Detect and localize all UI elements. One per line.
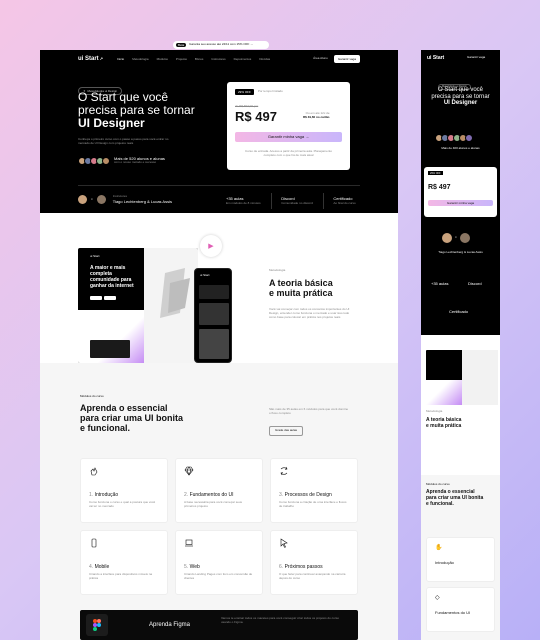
laptop-mockup: ui Start A maior e mais completa comunid… xyxy=(78,248,198,363)
discount-badge: 29% OFF xyxy=(235,89,254,95)
diamond-icon xyxy=(184,466,194,476)
stats-row: +35 aulas Em módulos de 8 minutos Discord… xyxy=(226,193,356,209)
mobile-page: ui Start Garantir vaga Metodologia ui De… xyxy=(421,50,500,640)
nav-link-projetos[interactable]: Projetos xyxy=(176,57,187,61)
hero-title-bold: UI Designer xyxy=(78,116,145,130)
hand-wave-icon: ✋ xyxy=(435,545,443,551)
stat-certificate: Certificado Ao final do curso xyxy=(333,196,356,205)
hero-title: O Start que você precisa para se tornar … xyxy=(78,91,238,130)
login-link[interactable]: Área Aluno xyxy=(313,56,328,61)
pricing-footer: Curso de entrada. Acesso a partir da pri… xyxy=(244,149,333,157)
logo-sparkle-icon: ↗ xyxy=(99,56,104,61)
nav-link-instrutores[interactable]: Instrutores xyxy=(211,57,225,61)
announcement-bar[interactable]: Beta Garanta seu acesso até 24/11 com 15… xyxy=(173,41,269,49)
students-row: Mais de 520 alunos e alunas com o nosso … xyxy=(78,156,165,165)
method-section: ui Start A maior e mais completa comunid… xyxy=(40,213,398,363)
mobile-modules-title: Aprenda o essencial para criar uma UI bo… xyxy=(426,489,484,507)
mobile-students: Mais de 400 alunos e alunas xyxy=(441,146,480,150)
nav-cta-button[interactable]: Garantir vaga xyxy=(333,54,360,63)
instructors-names: Tiago Lechtenberg & Lucas Assis xyxy=(112,198,172,204)
mobile-method-title: A teoria básica e muita prática xyxy=(426,417,462,429)
price: R$ 497 xyxy=(235,109,277,124)
mobile-nav-cta[interactable]: Garantir vaga xyxy=(467,55,485,60)
mobile-price: R$ 497 xyxy=(428,184,451,191)
pricing-card: 29% OFF Por tempo limitado de R$ 697,00 … xyxy=(227,82,350,170)
nav-links: Início Metodologia Módulos Projetos Bônu… xyxy=(117,57,270,61)
play-badge[interactable]: ▶ xyxy=(200,235,222,257)
mobile-logo[interactable]: ui Start xyxy=(427,55,444,61)
nav-link-metodologia[interactable]: Metodologia xyxy=(132,57,148,61)
mobile-phone-icon xyxy=(91,538,97,548)
nav-link-inicio[interactable]: Início xyxy=(117,57,124,61)
mockup-brand: ui Start xyxy=(90,254,100,258)
diamond-icon: ◇ xyxy=(435,595,440,601)
module-card-3[interactable]: 3. Processos de Design Como funciona a c… xyxy=(270,458,358,523)
mobile-pricing-card: 29% OFF R$ 497 Garantir minha vaga xyxy=(424,167,497,217)
figma-banner: Aprenda Figma Vamos te ensinar todos os … xyxy=(80,610,358,640)
stat-lessons: +35 aulas Em módulos de 8 minutos xyxy=(226,196,261,205)
nav-link-depoimentos[interactable]: Depoimentos xyxy=(234,57,252,61)
announcement-text: Garanta seu acesso até 24/11 com 15% OFF… xyxy=(189,43,254,47)
mockup-shapes xyxy=(160,268,190,318)
modules-cta-button[interactable]: Grade das aulas xyxy=(269,426,304,436)
mobile-stat-certificate: Certificado xyxy=(449,309,469,314)
modules-desc: São mais de 35 aulas em 6 módulos para q… xyxy=(269,407,349,415)
modules-title: Aprenda o essencial para criar uma UI bo… xyxy=(80,403,184,433)
modules-section: Módulos do curso Aprenda o essencial par… xyxy=(40,363,398,640)
figma-title: Aprenda Figma xyxy=(149,622,191,628)
logo-text: ui Start xyxy=(78,55,99,62)
module-card-4[interactable]: 4. Mobile Criando a interface para dispo… xyxy=(80,530,168,595)
laptop-icon xyxy=(185,539,193,547)
mobile-module-card-1[interactable]: ✋ Introdução xyxy=(426,537,495,582)
top-nav: ui Start ↗ Início Metodologia Módulos Pro… xyxy=(40,50,398,67)
module-card-1[interactable]: 1. Introdução Como funciona o curso e qu… xyxy=(80,458,168,523)
mobile-instructors-avatars: × xyxy=(442,233,470,243)
module-card-5[interactable]: 5. Web Criando Landing Pages com foco em… xyxy=(175,530,263,595)
students-sub: com o nosso método e sucesso xyxy=(114,160,157,165)
mobile-method-label: Metodologia xyxy=(426,409,443,413)
nav-link-modulos[interactable]: Módulos xyxy=(157,57,168,61)
mobile-instructors: Tiago Lechtenberg & Lucas Assis xyxy=(438,250,483,254)
logo[interactable]: ui Start ↗ xyxy=(78,56,103,62)
mobile-hero: ui Start Garantir vaga Metodologia ui De… xyxy=(421,50,500,335)
play-icon: ▶ xyxy=(208,243,214,250)
installment-value: R$ 49,60 no cartão xyxy=(303,114,330,119)
mobile-mockup xyxy=(426,350,498,405)
desktop-page: ui Start ↗ Início Metodologia Módulos Pro… xyxy=(40,50,398,640)
figma-desc: Vamos te ensinar todos os macetes para v… xyxy=(221,616,340,624)
student-avatars xyxy=(78,156,110,165)
hero-subtitle: Conheça o primeiro curso com o passo a p… xyxy=(78,137,169,145)
stat-discord: Discord Comunidade no discord xyxy=(281,196,313,205)
mobile-title: O Start que você precisa para se tornar … xyxy=(431,87,490,106)
nav-link-duvidas[interactable]: Dúvidas xyxy=(259,57,270,61)
instructor-avatar-1 xyxy=(78,195,87,205)
instructor-avatar-2 xyxy=(96,195,106,205)
mobile-stat-discord: Discord xyxy=(468,281,482,286)
cross-icon: × xyxy=(91,196,93,201)
mockup-headline: A maior e mais completa comunidade para … xyxy=(90,265,134,289)
hero-section: ui Start ↗ Início Metodologia Módulos Pro… xyxy=(40,50,398,213)
cursor-icon xyxy=(280,538,288,548)
method-body: Você vai começar com todos os conceitos … xyxy=(269,307,350,319)
module-card-6[interactable]: 6. Próximos passos O que fazer para cont… xyxy=(270,530,358,595)
announcement-badge: Beta xyxy=(176,43,187,47)
modules-label: Módulos do curso xyxy=(80,394,104,398)
cycle-icon xyxy=(280,466,288,476)
hand-wave-icon xyxy=(90,467,98,476)
mobile-stat-lessons: +35 aulas xyxy=(431,281,449,286)
limited-note: Por tempo limitado xyxy=(257,89,283,94)
instructors-row: × Instrutores Tiago Lechtenberg & Lucas … xyxy=(78,194,172,205)
mobile-modules: Módulos do curso Aprenda o essencial par… xyxy=(421,475,500,640)
buy-button[interactable]: Garantir minha vaga → xyxy=(235,132,342,142)
figma-logo-icon xyxy=(86,614,108,636)
module-card-2[interactable]: 2. Fundamentos do UI A base necessária p… xyxy=(175,458,263,523)
mobile-buy-button[interactable]: Garantir minha vaga xyxy=(428,200,493,206)
method-title: A teoria básica e muita prática xyxy=(269,278,333,298)
nav-actions: Área Aluno Garantir vaga xyxy=(313,54,360,63)
mobile-avatars xyxy=(435,134,473,142)
nav-link-bonus[interactable]: Bônus xyxy=(195,57,204,61)
method-label: Metodologia xyxy=(269,268,286,272)
mobile-module-card-2[interactable]: ◇ Fundamentos do UI xyxy=(426,587,495,632)
phone-mockup: ui Start xyxy=(194,268,232,363)
